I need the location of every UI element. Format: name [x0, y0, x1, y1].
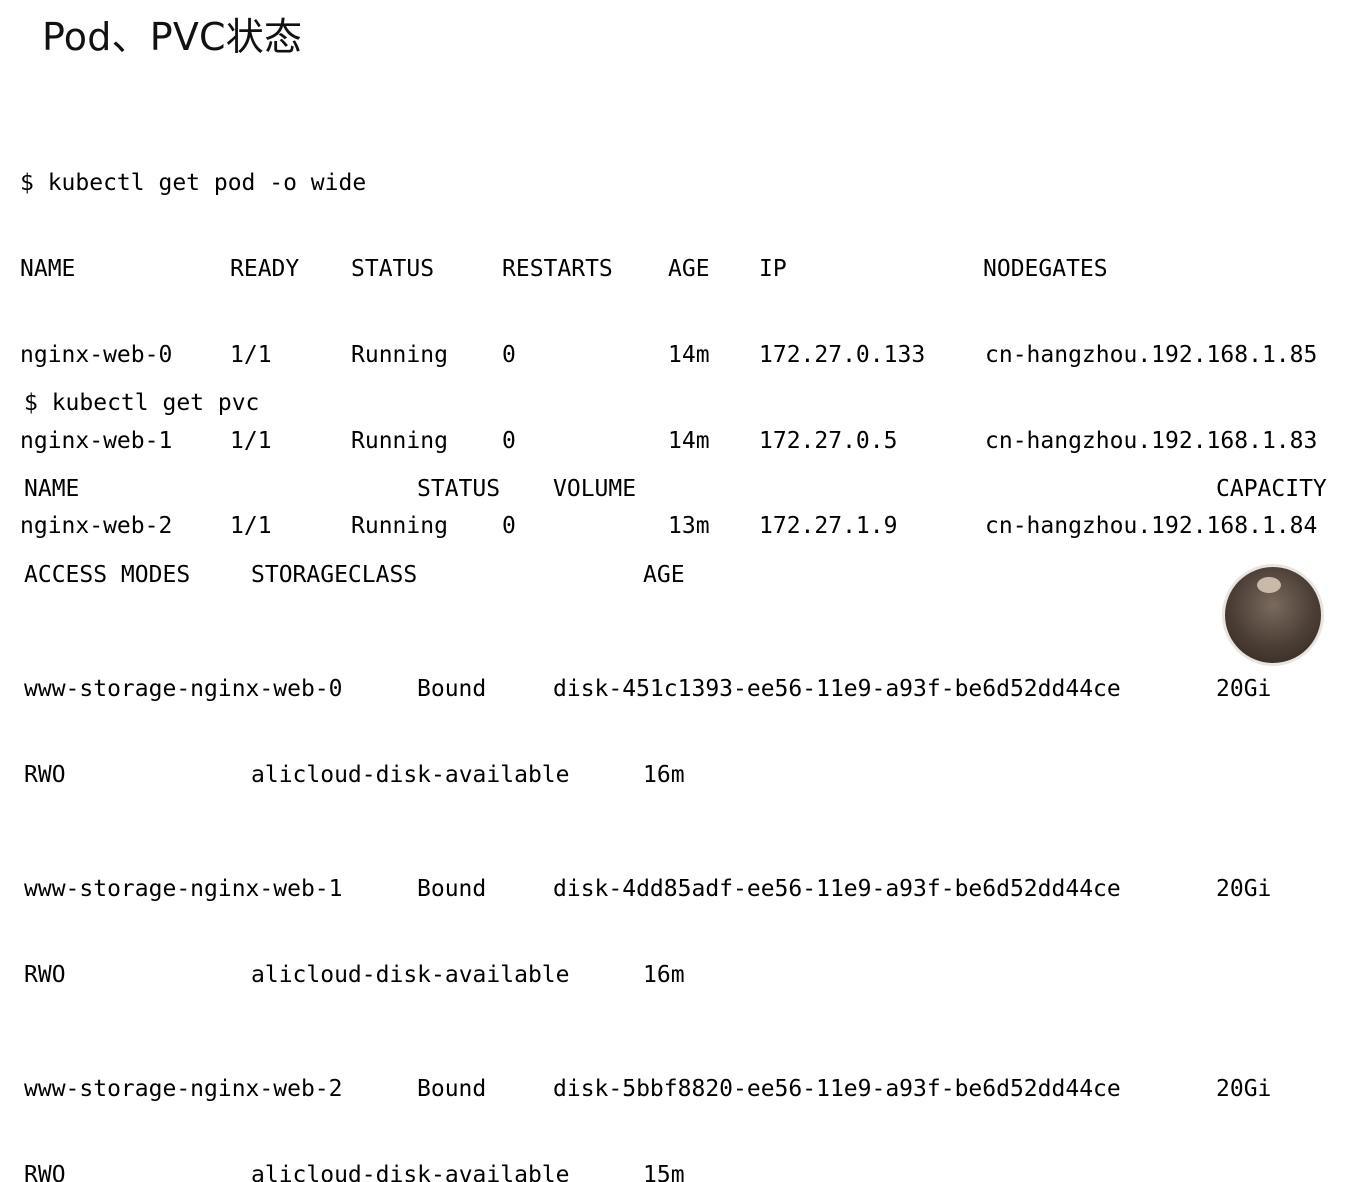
pod-age: 14m — [668, 427, 710, 454]
pvc-access-modes: RWO — [24, 761, 66, 788]
pvc-access-modes: RWO — [24, 962, 66, 989]
pod-restarts: 0 — [502, 513, 516, 540]
pvc-capacity: 20Gi — [1216, 876, 1272, 903]
pvc-storageclass: alicloud-disk-available — [251, 1162, 570, 1182]
pod-ready: 1/1 — [230, 427, 272, 454]
pvc-age: 15m — [643, 1162, 685, 1182]
pvc-storageclass: alicloud-disk-available — [251, 761, 570, 788]
pvc-name: www-storage-nginx-web-0 — [24, 676, 343, 703]
pvc-header-volume: VOLUME — [553, 475, 637, 502]
pvc-capacity: 20Gi — [1216, 1076, 1272, 1103]
pod-ip: 172.27.1.9 — [759, 513, 898, 540]
pvc-name: www-storage-nginx-web-2 — [24, 1076, 343, 1103]
pod-age: 14m — [668, 341, 710, 368]
slide-title: Pod、PVC状态 — [42, 15, 303, 59]
pvc-status: Bound — [417, 676, 487, 703]
pvc-age: 16m — [643, 761, 685, 788]
table-row: www-storage-nginx-web-2 Bound disk-5bbf8… — [24, 1075, 1271, 1104]
pvc-command-line: $ kubectl get pvc — [24, 389, 259, 418]
pod-status: Running — [351, 427, 448, 454]
pod-age: 13m — [668, 513, 710, 540]
pod-ready: 1/1 — [230, 513, 272, 540]
pod-ip: 172.27.0.133 — [759, 341, 926, 368]
pod-header-name: NAME — [20, 255, 76, 282]
pvc-status: Bound — [417, 876, 487, 903]
pvc-header-row-1: NAME STATUS VOLUME CAPACITY — [24, 475, 1327, 504]
presenter-avatar — [1222, 564, 1324, 666]
pvc-capacity: 20Gi — [1216, 676, 1272, 703]
table-row-continuation: RWO alicloud-disk-available 16m — [24, 961, 685, 990]
pvc-header-age: AGE — [643, 561, 685, 588]
pod-status: Running — [351, 513, 448, 540]
pvc-output-block: $ kubectl get pvc NAME STATUS VOLUME CAP… — [24, 332, 1327, 1182]
pvc-volume: disk-451c1393-ee56-11e9-a93f-be6d52dd44c… — [553, 676, 1121, 703]
pod-node: cn-hangzhou.192.168.1.84 — [985, 513, 1318, 540]
table-row: www-storage-nginx-web-1 Bound disk-4dd85… — [24, 875, 1271, 904]
pvc-name: www-storage-nginx-web-1 — [24, 876, 343, 903]
pvc-access-modes: RWO — [24, 1162, 66, 1182]
pvc-age: 16m — [643, 962, 685, 989]
table-row-continuation: RWO alicloud-disk-available 15m — [24, 1161, 685, 1182]
pod-header-nodegates: NODEGATES — [983, 255, 1108, 282]
pod-ip: 172.27.0.5 — [759, 427, 898, 454]
pod-restarts: 0 — [502, 341, 516, 368]
pvc-status: Bound — [417, 1076, 487, 1103]
pod-restarts: 0 — [502, 427, 516, 454]
table-row: www-storage-nginx-web-0 Bound disk-451c1… — [24, 675, 1271, 704]
pvc-header-capacity: CAPACITY — [1216, 475, 1327, 502]
pvc-volume: disk-5bbf8820-ee56-11e9-a93f-be6d52dd44c… — [553, 1076, 1121, 1103]
pod-node: cn-hangzhou.192.168.1.83 — [985, 427, 1318, 454]
pvc-command: $ kubectl get pvc — [24, 390, 260, 417]
pod-header-status: STATUS — [351, 255, 435, 282]
pod-header-restarts: RESTARTS — [502, 255, 613, 282]
pvc-header-name: NAME — [24, 475, 80, 502]
pvc-header-storageclass: STORAGECLASS — [251, 561, 418, 588]
pod-header-row: NAME READY STATUS RESTARTS AGE IP NODEGA… — [20, 255, 1108, 284]
pvc-volume: disk-4dd85adf-ee56-11e9-a93f-be6d52dd44c… — [553, 876, 1121, 903]
pod-node: cn-hangzhou.192.168.1.85 — [985, 341, 1318, 368]
pod-header-ip: IP — [759, 255, 787, 282]
pod-ready: 1/1 — [230, 341, 272, 368]
pvc-storageclass: alicloud-disk-available — [251, 962, 570, 989]
pvc-header-row-2: ACCESS MODES STORAGECLASS AGE — [24, 561, 685, 590]
pod-command: $ kubectl get pod -o wide — [20, 170, 367, 197]
pod-header-age: AGE — [668, 255, 710, 282]
pod-status: Running — [351, 341, 448, 368]
table-row-continuation: RWO alicloud-disk-available 16m — [24, 761, 685, 790]
pvc-header-access-modes: ACCESS MODES — [24, 561, 191, 588]
pod-header-ready: READY — [230, 255, 300, 282]
pod-command-line: $ kubectl get pod -o wide — [20, 169, 366, 198]
pvc-header-status: STATUS — [417, 475, 501, 502]
